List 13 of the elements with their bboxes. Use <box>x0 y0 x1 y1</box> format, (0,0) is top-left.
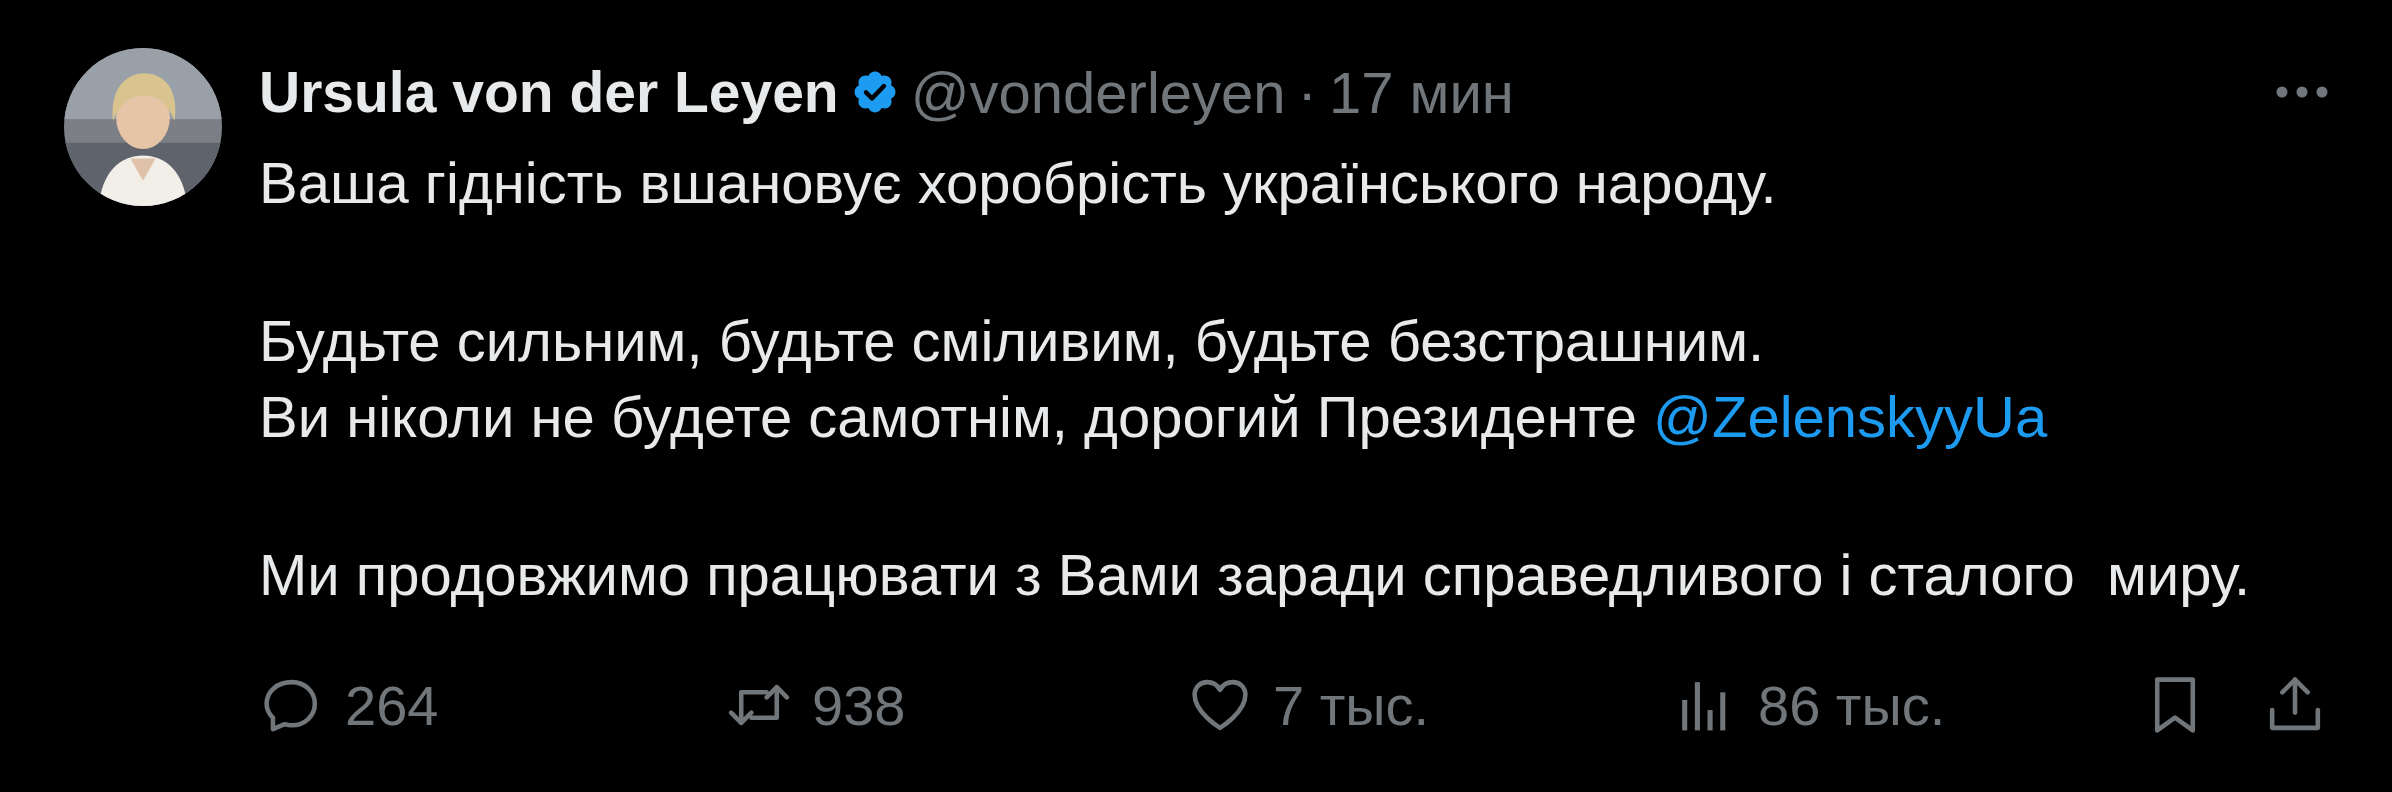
separator: · <box>1297 58 1317 126</box>
reply-button[interactable]: 264 <box>259 672 439 738</box>
post-text-line: Ми продовжимо працювати з Вами заради справедливого і сталого миру. <box>259 541 2251 609</box>
post-text-line: Будьте сильним, будьте сміливим, будьте безстрашним. <box>259 307 1765 375</box>
post-text-line: Ви ніколи не будете самотнім, дорогий Президенте @ZelenskyyUa <box>259 383 2048 451</box>
views-button[interactable]: 86 тыс. <box>1672 672 1946 738</box>
author-handle[interactable]: @vonderleyen <box>910 58 1286 126</box>
mention-link[interactable]: @ZelenskyyUa <box>1653 384 2048 449</box>
author-name[interactable]: Ursula von der Leyen <box>259 59 839 125</box>
like-button[interactable]: 7 тыс. <box>1187 672 1430 738</box>
post-text-line: Ваша гідність вшановує хоробрість українського народу. <box>259 149 1777 217</box>
repost-button[interactable]: 938 <box>726 672 906 738</box>
post-time[interactable]: 17 мин <box>1328 58 1514 126</box>
